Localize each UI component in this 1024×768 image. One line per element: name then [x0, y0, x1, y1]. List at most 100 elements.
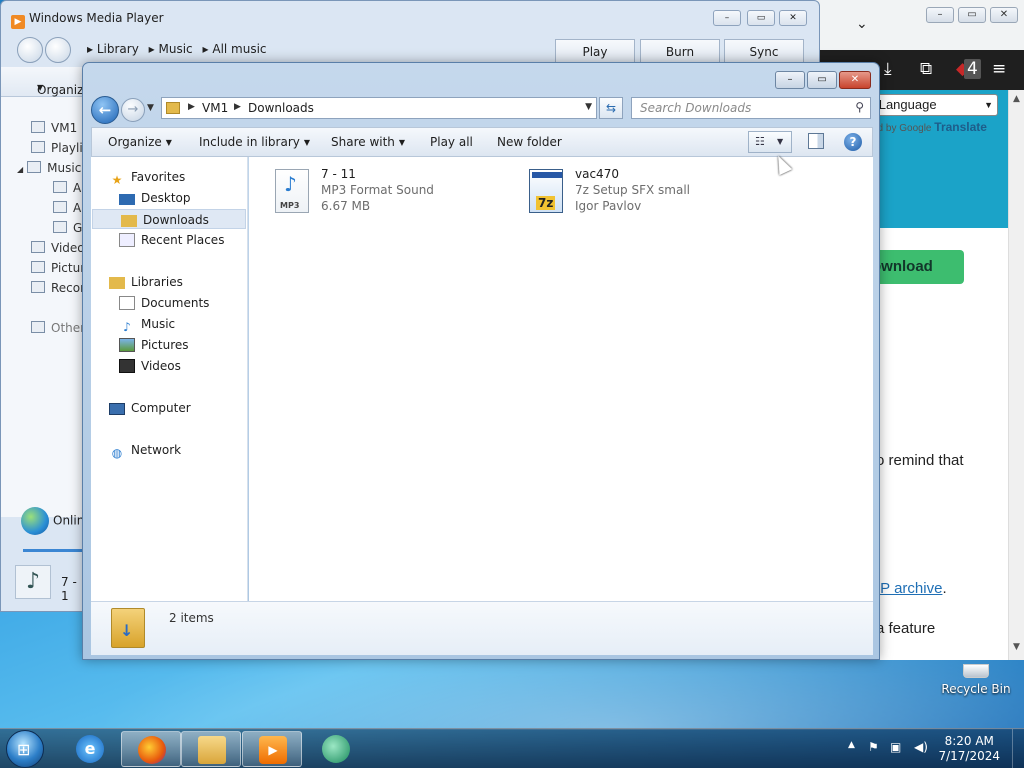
- recycle-bin-shortcut[interactable]: Recycle Bin: [940, 664, 1012, 696]
- nav-pictures[interactable]: Pictures: [119, 335, 189, 355]
- organize-button[interactable]: Organize ▼: [108, 135, 172, 149]
- include-in-library-button[interactable]: Include in library ▼: [199, 135, 310, 149]
- address-segment-downloads[interactable]: Downloads: [248, 101, 314, 115]
- wmp-online-stores[interactable]: Onlin: [21, 507, 84, 535]
- nav-documents[interactable]: Documents: [119, 293, 209, 313]
- chevron-down-icon: ▼: [984, 100, 993, 110]
- scroll-up-icon[interactable]: ▲: [1013, 94, 1020, 104]
- browser-close-button[interactable]: ✕: [990, 7, 1018, 23]
- recycle-bin-icon: [963, 664, 989, 678]
- refresh-button[interactable]: ⇆: [599, 97, 623, 119]
- recent-pages-dropdown[interactable]: ▼: [147, 103, 154, 113]
- wmp-nav-videos[interactable]: Video: [31, 241, 85, 255]
- breadcrumb-music[interactable]: Music: [159, 42, 193, 56]
- nav-desktop[interactable]: Desktop: [119, 188, 191, 208]
- file-item[interactable]: 7z vac470 7z Setup SFX small Igor Pavlov: [529, 167, 769, 223]
- computer-icon: [109, 403, 125, 415]
- new-folder-button[interactable]: New folder: [497, 135, 562, 149]
- wmp-nav-playlists[interactable]: Playlis: [31, 141, 89, 155]
- expand-arrow-icon: ◢: [17, 165, 24, 174]
- page-text-feature: a feature: [876, 620, 936, 637]
- nav-videos[interactable]: Videos: [119, 356, 181, 376]
- wmp-nav-album[interactable]: Al: [53, 201, 85, 215]
- explorer-close-button[interactable]: ✕: [839, 71, 871, 89]
- wmp-nav-other[interactable]: Other: [31, 321, 85, 335]
- explorer-address-row: ← → ▼ ▶ VM1 ▶ Downloads ▼ ⇆ Search Downl…: [83, 93, 881, 127]
- page-text-remind: o remind that: [876, 452, 964, 469]
- search-input[interactable]: Search Downloads ⚲: [631, 97, 871, 119]
- wmp-back-button[interactable]: [17, 37, 43, 63]
- folder-icon: [198, 736, 226, 764]
- music-note-icon: [27, 161, 42, 173]
- clock[interactable]: 8:20 AM 7/17/2024: [938, 734, 1000, 764]
- taskbar-app[interactable]: [306, 731, 366, 767]
- wmp-nav-label: Other: [51, 321, 86, 335]
- zip-archive-link[interactable]: IP archive: [876, 580, 942, 597]
- wmp-nav-pictures[interactable]: Pictur: [31, 261, 85, 275]
- share-with-button[interactable]: Share with ▼: [331, 135, 405, 149]
- taskbar-firefox[interactable]: [121, 731, 181, 767]
- nav-recent-places[interactable]: Recent Places: [119, 230, 224, 250]
- picture-icon: [31, 261, 45, 273]
- wmp-nav-music[interactable]: ◢ Music: [17, 161, 81, 175]
- genre-icon: [53, 221, 67, 233]
- taskbar-internet-explorer[interactable]: e: [60, 731, 120, 767]
- action-center-flag-icon[interactable]: ⚑: [868, 740, 879, 754]
- breadcrumb-arrow-icon[interactable]: ▶: [234, 102, 241, 112]
- file-item[interactable]: ♪ MP3 7 - 11 MP3 Format Sound 6.67 MB: [275, 167, 515, 223]
- nav-label: Computer: [131, 401, 191, 415]
- page-text-zip: IP archive.: [876, 580, 947, 597]
- nav-label: Documents: [141, 296, 210, 310]
- breadcrumb-library[interactable]: Library: [97, 42, 139, 56]
- play-all-button[interactable]: Play all: [430, 135, 473, 149]
- address-segment-vm1[interactable]: VM1: [202, 101, 228, 115]
- nav-label: Music: [141, 317, 176, 331]
- mp3-file-icon: ♪ MP3: [275, 169, 309, 213]
- nav-computer[interactable]: Computer: [109, 398, 191, 418]
- wmp-nav-recorded[interactable]: Recor: [31, 281, 85, 295]
- wmp-close-button[interactable]: ✕: [779, 10, 807, 26]
- back-button[interactable]: ←: [91, 96, 119, 124]
- desktop-icon: [119, 194, 135, 205]
- wmp-progress-bar[interactable]: [23, 549, 83, 552]
- breadcrumb-arrow-icon[interactable]: ▶: [188, 102, 195, 112]
- wmp-nav-vm1[interactable]: VM1: [31, 121, 77, 135]
- explorer-minimize-button[interactable]: –: [775, 71, 805, 89]
- taskbar-explorer[interactable]: [181, 731, 241, 767]
- wmp-minimize-button[interactable]: –: [713, 10, 741, 26]
- scroll-down-icon[interactable]: ▼: [1013, 642, 1020, 652]
- taskbar-media-player[interactable]: ▶: [242, 731, 302, 767]
- help-icon[interactable]: ?: [844, 133, 862, 151]
- chevron-down-icon[interactable]: ⌄: [856, 16, 868, 32]
- show-hidden-icons-icon[interactable]: ▲: [848, 740, 855, 750]
- download-icon[interactable]: ⤓: [884, 59, 892, 79]
- network-icon[interactable]: ▣: [890, 740, 901, 754]
- menu-icon[interactable]: ≡: [992, 59, 1006, 79]
- forward-button[interactable]: →: [121, 98, 145, 122]
- wmp-forward-button[interactable]: [45, 37, 71, 63]
- show-desktop-button[interactable]: [1012, 729, 1024, 768]
- nav-music[interactable]: ♪ Music: [119, 314, 175, 334]
- breadcrumb-all-music[interactable]: All music: [212, 42, 266, 56]
- explorer-maximize-button[interactable]: ▭: [807, 71, 837, 89]
- nav-libraries[interactable]: Libraries: [109, 272, 183, 292]
- browser-maximize-button[interactable]: ▭: [958, 7, 986, 23]
- change-view-button[interactable]: ☷ ▼: [748, 131, 792, 153]
- address-dropdown-icon[interactable]: ▼: [585, 102, 592, 112]
- chevron-down-icon[interactable]: ▼: [777, 137, 783, 146]
- search-icon[interactable]: ⚲: [855, 100, 864, 114]
- breadcrumb-arrow-icon: ▸: [202, 42, 209, 56]
- browser-scrollbar[interactable]: ▲ ▼: [1008, 90, 1024, 660]
- start-button[interactable]: ⊞: [6, 730, 44, 768]
- nav-favorites[interactable]: ★ Favorites: [109, 167, 186, 187]
- organize-label: Organize: [108, 135, 162, 149]
- extensions-icon[interactable]: ⧉: [920, 59, 932, 79]
- wmp-now-playing[interactable]: ♪ 7 - 1: [15, 565, 85, 603]
- wmp-maximize-button[interactable]: ▭: [747, 10, 775, 26]
- nav-downloads[interactable]: Downloads: [92, 209, 246, 229]
- address-bar[interactable]: ▶ VM1 ▶ Downloads ▼: [161, 97, 597, 119]
- preview-pane-icon[interactable]: [808, 133, 824, 149]
- volume-icon[interactable]: ◀): [914, 740, 928, 754]
- browser-minimize-button[interactable]: –: [926, 7, 954, 23]
- nav-network[interactable]: ◍ Network: [109, 440, 181, 460]
